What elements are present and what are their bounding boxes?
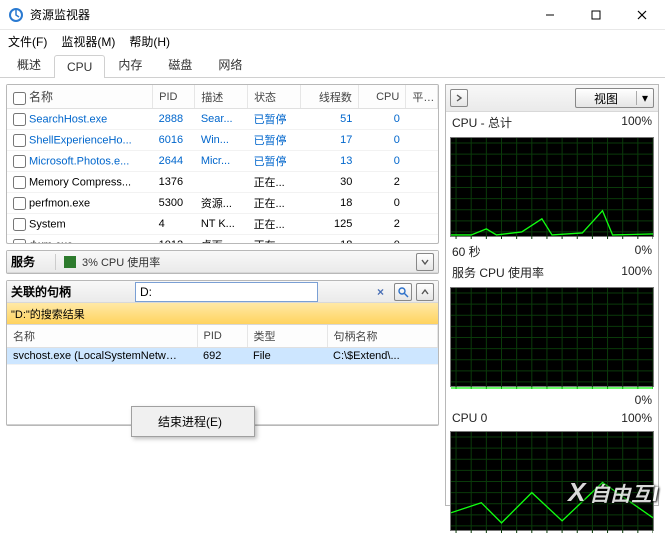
select-all-checkbox[interactable] — [13, 92, 26, 105]
handle-row[interactable]: svchost.exe (LocalSystemNetw… 692 File C… — [7, 348, 438, 365]
services-panel: 服务 3% CPU 使用率 — [6, 250, 439, 274]
handles-search-input[interactable] — [135, 282, 318, 302]
chevron-down-icon: ▾ — [636, 91, 653, 105]
close-button[interactable] — [619, 0, 665, 30]
col-pid[interactable]: PID — [153, 85, 195, 109]
col-status[interactable]: 状态 — [248, 85, 301, 109]
process-checkbox[interactable] — [13, 197, 26, 210]
chart — [450, 287, 654, 387]
search-button[interactable] — [394, 283, 412, 301]
app-icon — [8, 7, 24, 23]
context-menu: 结束进程(E) — [131, 406, 255, 437]
hcol-pid[interactable]: PID — [197, 325, 247, 348]
chart-footer-left: 60 秒 — [452, 243, 481, 260]
process-row[interactable]: Microsoft.Photos.e...2644Micr...已暂停130 — [7, 151, 438, 172]
handles-panel: 关联的句柄 × "D:"的搜索结果 名称 PID 类型 句柄名称 — [6, 280, 439, 426]
process-checkbox[interactable] — [13, 113, 26, 126]
tab-overview[interactable]: 概述 — [4, 51, 54, 77]
chart-max: 100% — [621, 114, 652, 131]
process-checkbox[interactable] — [13, 218, 26, 231]
process-row[interactable]: SearchHost.exe2888Sear...已暂停510 — [7, 109, 438, 130]
col-cpu[interactable]: CPU — [358, 85, 405, 109]
chart-title: CPU 0 — [452, 411, 487, 425]
watermark: X自由互I — [568, 477, 659, 508]
tab-network[interactable]: 网络 — [205, 51, 255, 77]
services-expand[interactable] — [416, 253, 434, 271]
hcol-handle[interactable]: 句柄名称 — [327, 325, 438, 348]
chart-max: 100% — [621, 411, 652, 425]
minimize-button[interactable] — [527, 0, 573, 30]
chart-footer-right: 0% — [635, 243, 652, 260]
chart-max: 100% — [621, 264, 652, 281]
process-checkbox[interactable] — [13, 134, 26, 147]
col-avg[interactable]: 平… — [406, 85, 438, 109]
menu-help[interactable]: 帮助(H) — [129, 33, 170, 50]
hcol-type[interactable]: 类型 — [247, 325, 327, 348]
col-desc[interactable]: 描述 — [195, 85, 248, 109]
process-row[interactable]: ShellExperienceHo...6016Win...已暂停170 — [7, 130, 438, 151]
handles-table[interactable]: 名称 PID 类型 句柄名称 svchost.exe (LocalSystemN… — [7, 325, 438, 365]
maximize-button[interactable] — [573, 0, 619, 30]
charts-pane: 视图 ▾ CPU - 总计 100% 60 秒 0% 服务 CPU 使用率 100% 0% C… — [445, 84, 659, 506]
menubar: 文件(F) 监视器(M) 帮助(H) — [0, 30, 665, 52]
chart-footer-right: 0% — [635, 393, 652, 407]
titlebar: 资源监视器 — [0, 0, 665, 30]
handles-collapse[interactable] — [416, 283, 434, 301]
chart — [450, 137, 654, 237]
process-row[interactable]: Memory Compress...1376正在...302 — [7, 172, 438, 193]
process-checkbox[interactable] — [13, 239, 26, 244]
chart-title: CPU - 总计 — [452, 114, 512, 131]
services-indicator — [64, 256, 76, 268]
handles-title: 关联的句柄 — [11, 283, 131, 300]
search-results-label: "D:"的搜索结果 — [11, 306, 85, 322]
process-table[interactable]: 名称 PID 描述 状态 线程数 CPU 平… SearchHost.exe28… — [7, 85, 438, 243]
hcol-name[interactable]: 名称 — [7, 325, 197, 348]
tab-memory[interactable]: 内存 — [105, 51, 155, 77]
services-metric: 3% CPU 使用率 — [82, 254, 160, 270]
col-image[interactable]: 名称 — [7, 85, 153, 109]
process-row[interactable]: System4NT K...正在...1252 — [7, 214, 438, 235]
col-threads[interactable]: 线程数 — [300, 85, 358, 109]
process-row[interactable]: dwm.exe1012桌面...正在...180 — [7, 235, 438, 244]
view-button[interactable]: 视图 ▾ — [575, 88, 654, 108]
tabs: 概述 CPU 内存 磁盘 网络 — [0, 52, 665, 78]
chart-title: 服务 CPU 使用率 — [452, 264, 544, 281]
process-checkbox[interactable] — [13, 176, 26, 189]
context-end-process[interactable]: 结束进程(E) — [134, 409, 252, 434]
process-row[interactable]: perfmon.exe5300资源...正在...180 — [7, 193, 438, 214]
processes-panel: 名称 PID 描述 状态 线程数 CPU 平… SearchHost.exe28… — [6, 84, 439, 244]
window-title: 资源监视器 — [30, 6, 527, 23]
tab-disk[interactable]: 磁盘 — [155, 51, 205, 77]
tab-cpu[interactable]: CPU — [54, 55, 105, 78]
process-checkbox[interactable] — [13, 155, 26, 168]
clear-search-button[interactable]: × — [377, 285, 384, 299]
charts-collapse[interactable] — [450, 89, 468, 107]
services-title: 服务 — [11, 253, 47, 270]
menu-file[interactable]: 文件(F) — [8, 33, 47, 50]
menu-monitor[interactable]: 监视器(M) — [61, 33, 115, 50]
